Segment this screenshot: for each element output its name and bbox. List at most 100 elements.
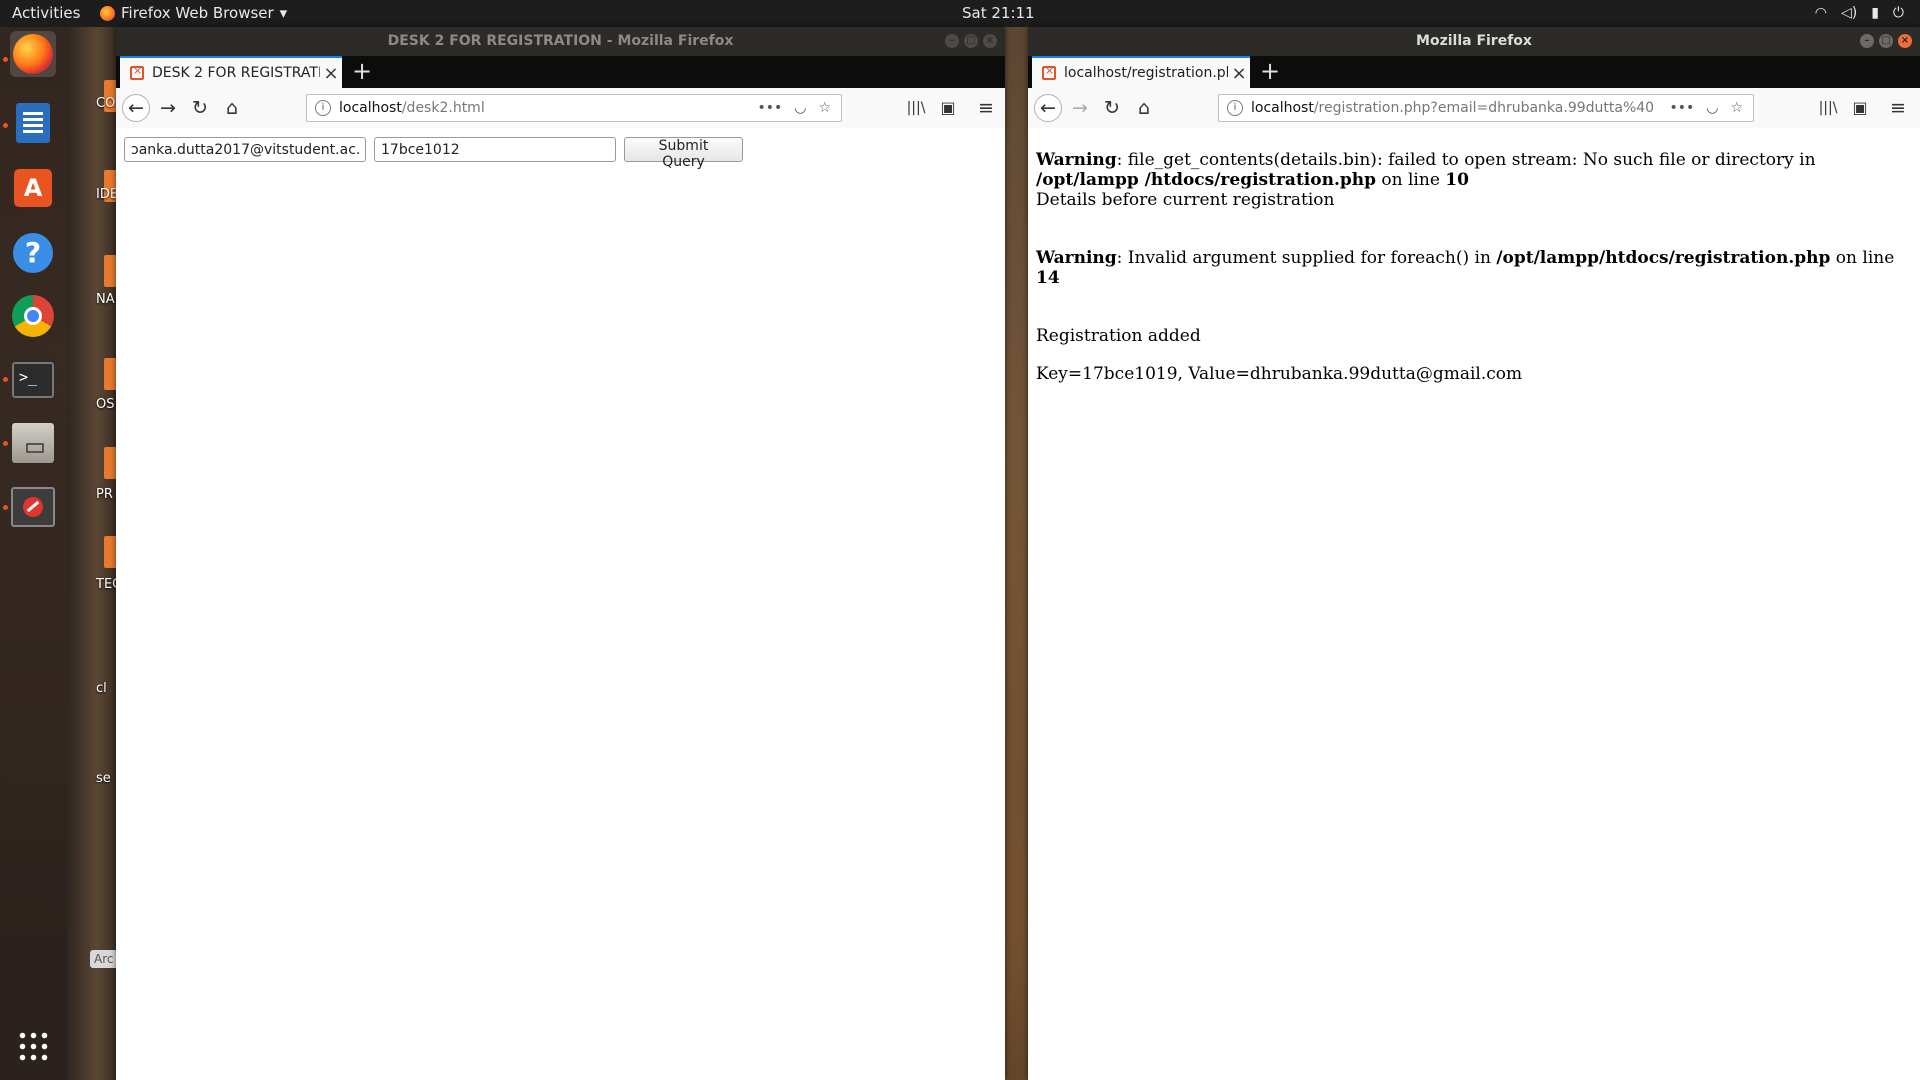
- launcher-files[interactable]: [10, 420, 56, 466]
- sidebar-icon[interactable]: ▣: [934, 94, 962, 122]
- running-indicator: [3, 441, 8, 446]
- url-text[interactable]: localhost/registration.php?email=dhruban…: [1251, 100, 1669, 116]
- home-button[interactable]: ⌂: [218, 94, 246, 122]
- desktop-label[interactable]: IDE: [96, 187, 118, 202]
- forward-button[interactable]: →: [154, 94, 182, 122]
- window-titlebar[interactable]: Mozilla Firefox – □ ×: [1028, 27, 1920, 56]
- launcher-writer[interactable]: [10, 100, 56, 146]
- email-input[interactable]: [124, 137, 366, 162]
- bookmark-star-icon[interactable]: ☆: [1730, 100, 1743, 116]
- left-firefox-window: DESK 2 FOR REGISTRATION - Mozilla Firefo…: [116, 27, 1005, 1080]
- desktop-chip[interactable]: Arc: [90, 950, 118, 968]
- pocket-icon[interactable]: ◡: [794, 100, 806, 116]
- firefox-icon: [100, 5, 115, 21]
- launcher-firefox[interactable]: [10, 31, 56, 77]
- tab-title: localhost/registration.ph: [1064, 65, 1228, 81]
- desktop-label[interactable]: NA: [96, 292, 115, 307]
- tab-strip: localhost/registration.ph × +: [1028, 56, 1920, 88]
- launcher-software[interactable]: A: [10, 165, 56, 211]
- new-tab-button[interactable]: +: [348, 58, 376, 86]
- registration-id-input[interactable]: [374, 137, 616, 162]
- info-icon[interactable]: i: [1227, 100, 1243, 116]
- reload-button[interactable]: ↻: [186, 94, 214, 122]
- page-actions-icon[interactable]: •••: [1669, 100, 1694, 116]
- desktop-label[interactable]: PR: [96, 487, 113, 502]
- info-icon[interactable]: i: [315, 100, 331, 116]
- desktop-label[interactable]: OS: [96, 397, 114, 412]
- registration-added-text: Registration added: [1036, 326, 1201, 346]
- writer-icon: [16, 103, 50, 143]
- running-indicator: [3, 123, 8, 128]
- library-icon[interactable]: |||\: [1814, 94, 1842, 122]
- url-text[interactable]: localhost/desk2.html: [339, 100, 757, 116]
- tab-close-icon[interactable]: ×: [1228, 63, 1250, 84]
- warning-message: Warning: Invalid argument supplied for f…: [1036, 248, 1895, 288]
- clock[interactable]: Sat 21:11: [962, 4, 1035, 22]
- bookmark-star-icon[interactable]: ☆: [818, 100, 831, 116]
- home-button[interactable]: ⌂: [1130, 94, 1158, 122]
- maximize-icon[interactable]: □: [964, 34, 978, 48]
- nav-bar: ← → ↻ ⌂ i localhost/registration.php?ema…: [1028, 88, 1920, 129]
- maximize-icon[interactable]: □: [1879, 34, 1893, 48]
- favicon-icon: [130, 64, 144, 80]
- top-bar: Activities Firefox Web Browser ▾ Sat 21:…: [0, 0, 1920, 27]
- php-output: Warning: file_get_contents(details.bin):…: [1036, 150, 1916, 384]
- blocked-app-icon: [11, 487, 55, 527]
- activities-button[interactable]: Activities: [12, 4, 80, 22]
- window-titlebar[interactable]: DESK 2 FOR REGISTRATION - Mozilla Firefo…: [116, 27, 1005, 56]
- tab-desk2[interactable]: DESK 2 FOR REGISTRATIO ×: [120, 56, 342, 88]
- submit-query-button[interactable]: Submit Query: [624, 137, 743, 170]
- reload-button[interactable]: ↻: [1098, 94, 1126, 122]
- menu-icon[interactable]: ≡: [1884, 94, 1912, 122]
- forward-button[interactable]: →: [1066, 94, 1094, 122]
- launcher-help[interactable]: ?: [10, 230, 56, 276]
- running-indicator: [3, 57, 8, 62]
- pocket-icon[interactable]: ◡: [1706, 100, 1718, 116]
- url-bar[interactable]: i localhost/registration.php?email=dhrub…: [1218, 94, 1754, 122]
- wifi-icon[interactable]: ◠: [1815, 5, 1827, 21]
- minimize-icon[interactable]: –: [945, 34, 959, 48]
- help-icon: ?: [13, 233, 53, 273]
- window-title: DESK 2 FOR REGISTRATION - Mozilla Firefo…: [387, 33, 734, 49]
- minimize-icon[interactable]: –: [1860, 34, 1874, 48]
- favicon-icon: [1042, 64, 1056, 80]
- battery-icon[interactable]: ▮: [1871, 5, 1879, 21]
- nav-bar: ← → ↻ ⌂ i localhost/desk2.html ••• ◡ ☆ |…: [116, 88, 1005, 129]
- system-tray[interactable]: ◠ ◁) ▮ ⏻: [1815, 5, 1904, 21]
- back-button[interactable]: ←: [1034, 94, 1062, 122]
- page-content: Warning: file_get_contents(details.bin):…: [1028, 128, 1920, 1080]
- window-title: Mozilla Firefox: [1416, 33, 1532, 49]
- key-value-text: Key=17bce1019, Value=dhrubanka.99dutta@g…: [1036, 364, 1523, 384]
- close-icon[interactable]: ×: [1898, 34, 1912, 48]
- warning-message: Warning: file_get_contents(details.bin):…: [1036, 150, 1816, 190]
- grid-icon: [17, 1030, 49, 1062]
- files-icon: [12, 423, 54, 463]
- tab-registration[interactable]: localhost/registration.ph ×: [1032, 56, 1250, 88]
- sidebar-icon[interactable]: ▣: [1846, 94, 1874, 122]
- tab-strip: DESK 2 FOR REGISTRATIO × +: [116, 56, 1005, 88]
- library-icon[interactable]: |||\: [902, 94, 930, 122]
- software-store-icon: A: [14, 169, 52, 207]
- url-bar[interactable]: i localhost/desk2.html ••• ◡ ☆: [306, 94, 842, 122]
- desktop-label[interactable]: CO: [96, 96, 115, 111]
- show-applications-button[interactable]: [10, 1023, 56, 1069]
- menu-icon[interactable]: ≡: [972, 94, 1000, 122]
- terminal-icon: >_: [12, 362, 54, 398]
- launcher-blocked-app[interactable]: [10, 484, 56, 530]
- launcher-dock: A ? >_: [0, 27, 67, 1080]
- launcher-terminal[interactable]: >_: [10, 357, 56, 403]
- tab-title: DESK 2 FOR REGISTRATIO: [152, 65, 320, 81]
- power-icon[interactable]: ⏻: [1893, 5, 1904, 21]
- app-menu[interactable]: Firefox Web Browser ▾: [100, 4, 287, 22]
- desktop-label[interactable]: se: [96, 771, 111, 786]
- launcher-chrome[interactable]: [10, 293, 56, 339]
- desktop-label[interactable]: cl: [96, 681, 107, 696]
- back-button[interactable]: ←: [122, 94, 150, 122]
- volume-icon[interactable]: ◁): [1841, 5, 1857, 21]
- app-menu-label: Firefox Web Browser: [121, 4, 274, 22]
- chevron-down-icon: ▾: [279, 4, 288, 22]
- tab-close-icon[interactable]: ×: [320, 63, 342, 84]
- close-icon[interactable]: ×: [983, 34, 997, 48]
- page-actions-icon[interactable]: •••: [757, 100, 782, 116]
- new-tab-button[interactable]: +: [1256, 58, 1284, 86]
